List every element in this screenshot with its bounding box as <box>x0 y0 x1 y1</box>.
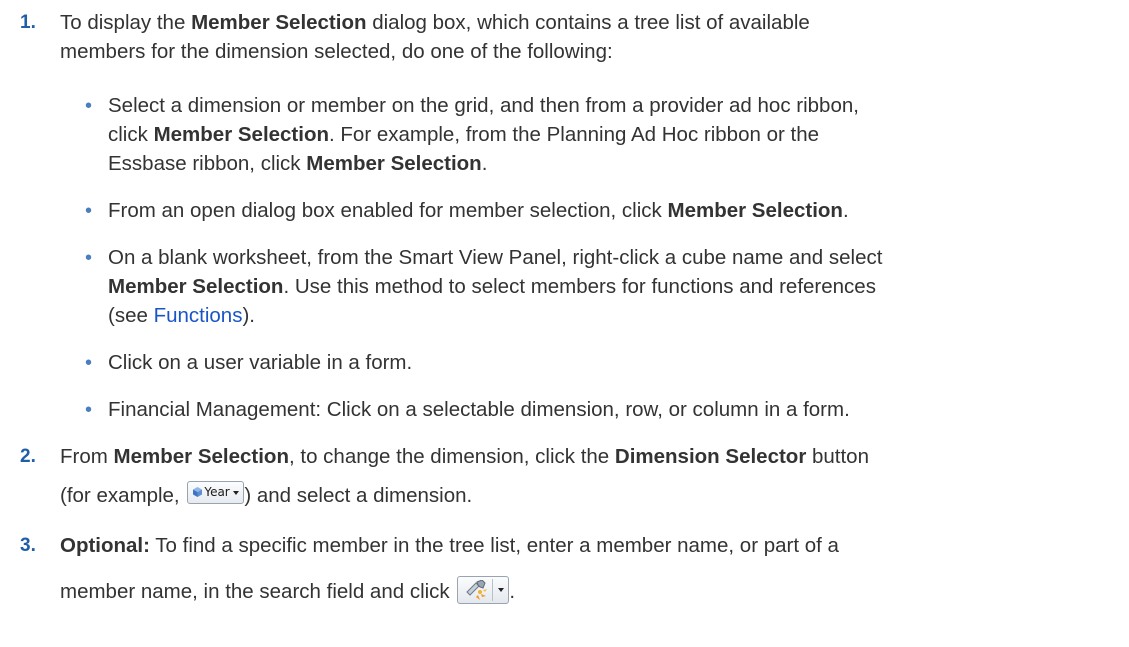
chevron-down-icon <box>233 491 240 495</box>
text-run: . <box>842 199 849 222</box>
bold-term: Member Selection <box>191 11 367 34</box>
search-member-button[interactable] <box>457 576 510 604</box>
text-run: (for example, <box>60 484 186 507</box>
text-run: member name, in the search field and cli… <box>60 580 456 603</box>
text-run: On a blank worksheet, from the Smart Vie… <box>108 246 883 269</box>
bullet-text-line: click Member Selection. For example, fro… <box>108 120 819 150</box>
text-run: Financial Management: Click on a selecta… <box>108 398 850 421</box>
button-divider <box>492 579 494 601</box>
bullet-text-line: Click on a user variable in a form. <box>108 348 412 378</box>
text-run: From <box>60 445 114 468</box>
bullet-icon: • <box>85 399 93 421</box>
step-text-line: (for example, Year ) and select a dimensi… <box>60 481 472 511</box>
step-text-line: From Member Selection, to change the dim… <box>60 442 869 472</box>
functions-link[interactable]: Functions <box>154 304 243 327</box>
text-run: To find a specific member in the tree li… <box>149 534 839 557</box>
bold-term: Member Selection <box>306 152 482 175</box>
text-run: , to change the dimension, click the <box>288 445 615 468</box>
text-run: Click on a user variable in a form. <box>108 351 413 374</box>
search-member-icon <box>466 580 488 600</box>
bullet-icon: • <box>85 352 93 374</box>
text-run: To display the <box>60 11 192 34</box>
bullet-text-line: On a blank worksheet, from the Smart Vie… <box>108 243 882 273</box>
bold-term: Member Selection <box>113 445 289 468</box>
text-run: Essbase ribbon, click <box>108 152 307 175</box>
text-run: Select a dimension or member on the grid… <box>108 94 859 117</box>
step-text-line: member name, in the search field and cli… <box>60 576 515 607</box>
year-dimension-selector-button[interactable]: Year <box>187 481 245 504</box>
text-run: dialog box, which contains a tree list o… <box>366 11 810 34</box>
bullet-icon: • <box>85 200 93 222</box>
bullet-text-line: Essbase ribbon, click Member Selection. <box>108 149 487 179</box>
bold-term: Dimension Selector <box>614 445 807 468</box>
bold-term: Member Selection <box>108 275 284 298</box>
step-text-line: To display the Member Selection dialog b… <box>60 8 810 38</box>
step-text-line: Optional: To find a specific member in t… <box>60 531 839 561</box>
text-run: ). <box>242 304 255 327</box>
chevron-down-icon[interactable] <box>498 588 505 592</box>
text-run: (see <box>108 304 154 327</box>
bold-term: Member Selection <box>153 123 330 146</box>
dimension-cube-icon <box>193 487 203 497</box>
bullet-text-line: (see Functions). <box>108 301 255 331</box>
text-run: button <box>806 445 869 468</box>
text-run: members for the dimension selected, do o… <box>60 40 613 63</box>
text-run: . For example, from the Planning Ad Hoc … <box>329 123 819 146</box>
text-run: . Use this method to select members for … <box>283 275 876 298</box>
step-number: 1. <box>20 12 36 33</box>
bold-term: Member Selection <box>667 199 843 222</box>
text-run: click <box>108 123 154 146</box>
text-run: ) and select a dimension. <box>244 484 473 507</box>
text-run: . <box>509 580 516 603</box>
bullet-text-line: Select a dimension or member on the grid… <box>108 91 859 121</box>
bullet-text-line: Member Selection. Use this method to sel… <box>108 272 876 302</box>
step-number: 2. <box>20 446 36 467</box>
bullet-text-line: Financial Management: Click on a selecta… <box>108 395 850 425</box>
step-number: 3. <box>20 535 36 556</box>
bullet-text-line: From an open dialog box enabled for memb… <box>108 196 849 226</box>
text-run: From an open dialog box enabled for memb… <box>108 199 668 222</box>
year-label: Year <box>204 485 230 499</box>
bullet-icon: • <box>85 247 93 269</box>
step-text-line: members for the dimension selected, do o… <box>60 37 613 67</box>
text-run: . <box>481 152 488 175</box>
bold-term: Optional: <box>60 534 150 557</box>
bullet-icon: • <box>85 95 93 117</box>
